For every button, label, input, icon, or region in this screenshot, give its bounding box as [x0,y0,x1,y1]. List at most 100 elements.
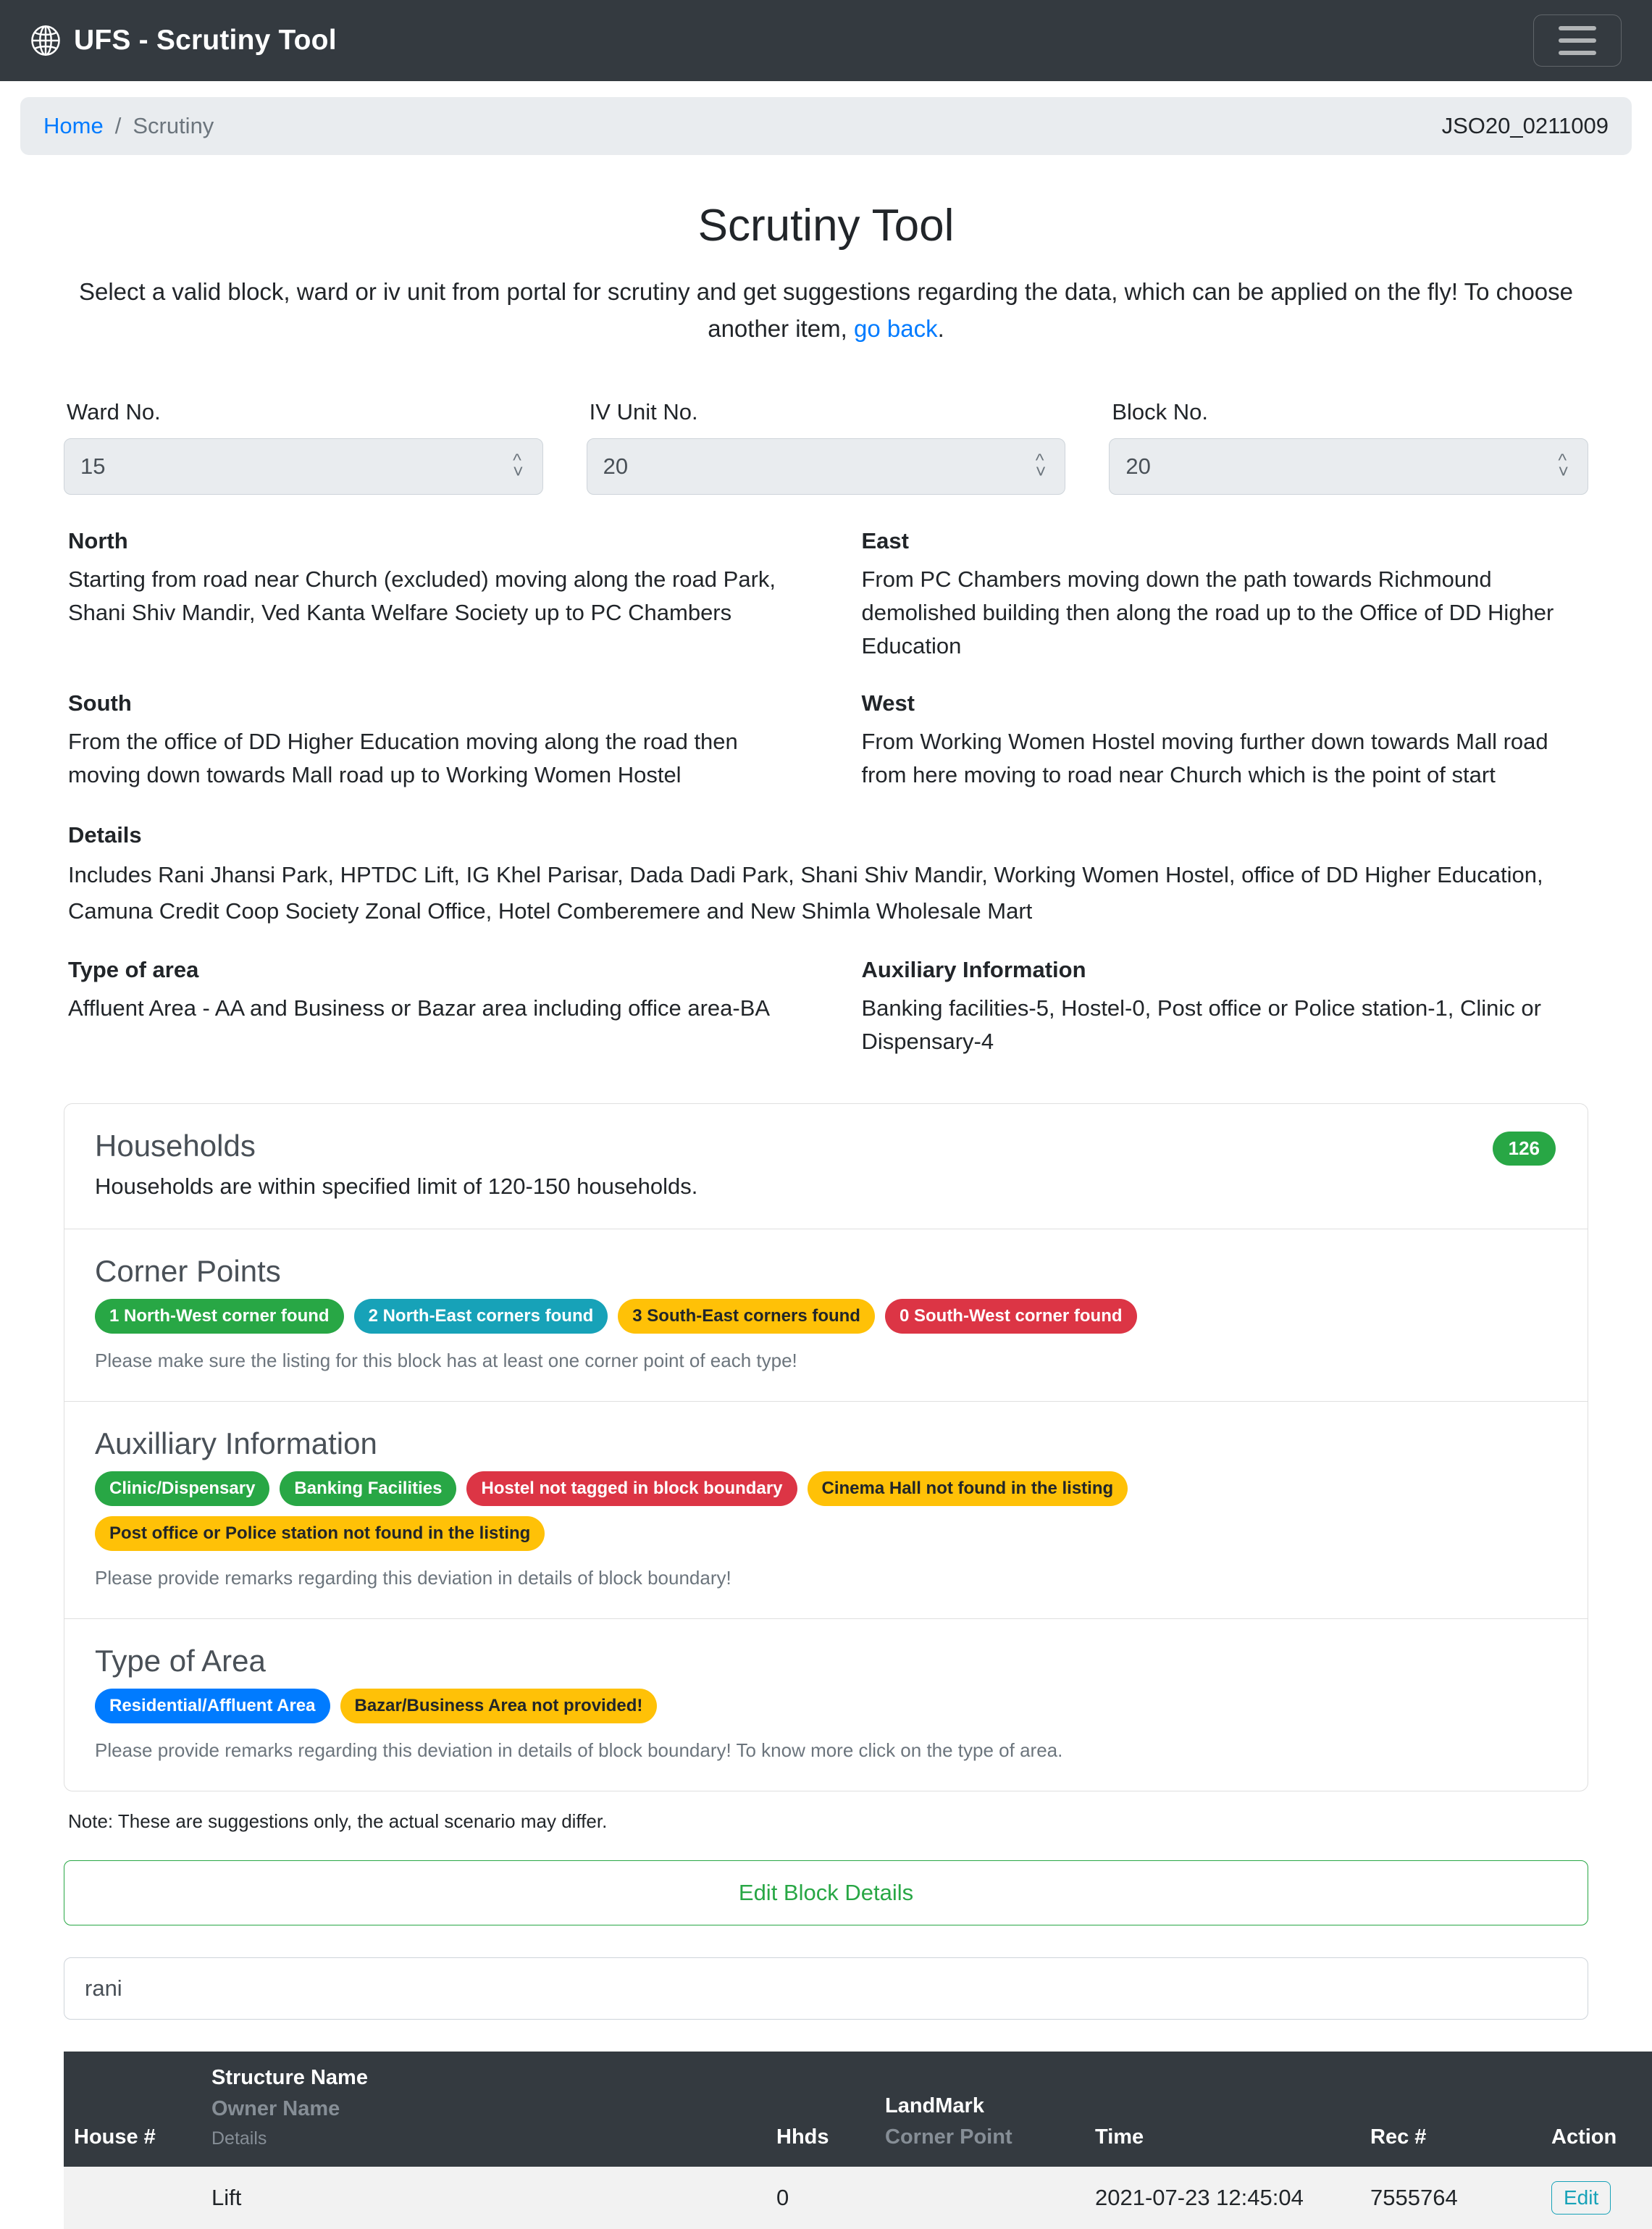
auxilliary-title: Auxilliary Information [95,1426,377,1460]
block-select[interactable]: 20 ^ ˅ [1109,438,1589,495]
iv-unit-select-value: 20 [603,453,629,480]
boundary-east: East From PC Chambers moving down the pa… [858,519,1589,682]
th-hhds[interactable]: Hhds [766,2052,875,2167]
badge-banking-facilities[interactable]: Banking Facilities [280,1471,457,1506]
go-back-link[interactable]: go back [854,315,938,342]
area-info-grid: Type of area Affluent Area - AA and Busi… [64,948,1588,1077]
badge-post-office-not-found[interactable]: Post office or Police station not found … [95,1515,545,1551]
west-label: West [861,690,915,716]
badge-residential-affluent-area[interactable]: Residential/Affluent Area [95,1688,330,1723]
hamburger-bar-1 [1559,26,1596,30]
cell-house [64,2167,201,2229]
badge-south-west-corner[interactable]: 0 South-West corner found [884,1298,1137,1334]
breadcrumb-current: Scrutiny [133,113,214,138]
badge-cinema-hall-not-found[interactable]: Cinema Hall not found in the listing [807,1471,1128,1506]
south-label: South [68,690,132,716]
edit-block-details-button[interactable]: Edit Block Details [64,1860,1588,1925]
top-navbar: UFS - Scrutiny Tool [0,0,1652,81]
th-action: Action [1541,2052,1652,2167]
breadcrumb: Home / Scrutiny JSO20_0211009 [20,97,1632,155]
th-landmark[interactable]: LandMark Corner Point [875,2052,1085,2167]
corner-points-badge-row: 1 North-West corner found 2 North-East c… [95,1298,1557,1334]
page-description: Select a valid block, ward or iv unit fr… [70,273,1583,347]
iv-unit-select[interactable]: 20 ^ ˅ [586,438,1066,495]
badge-south-east-corner[interactable]: 3 South-East corners found [618,1298,875,1334]
auxiliary-info: Auxiliary Information Banking facilities… [858,948,1589,1077]
th-landmark-label: LandMark [885,2094,984,2117]
cell-hhds: 0 [776,2184,789,2210]
type-of-area-badge-row: Residential/Affluent Area Bazar/Business… [95,1688,1557,1723]
row-edit-button[interactable]: Edit [1551,2180,1611,2215]
badge-hostel-not-tagged[interactable]: Hostel not tagged in block boundary [466,1471,797,1506]
chevron-updown-icon: ^ ˅ [1558,450,1569,482]
ward-selector-group: Ward No. 15 ^ ˅ [64,399,543,495]
iv-unit-label: IV Unit No. [589,399,698,425]
block-select-value: 20 [1125,453,1151,480]
page-title: Scrutiny Tool [697,201,955,251]
th-time[interactable]: Time [1085,2052,1360,2167]
boundary-north: North Starting from road near Church (ex… [64,519,795,682]
block-label: Block No. [1112,399,1209,425]
table-header-row: House # Structure Name Owner Name Detail… [64,2051,1652,2167]
chevron-updown-icon: ^ ˅ [513,450,524,482]
th-house[interactable]: House # [64,2052,201,2167]
auxilliary-badge-row: Clinic/Dispensary Banking Facilities Hos… [95,1471,1557,1551]
block-selector-group: Block No. 20 ^ ˅ [1109,399,1589,495]
table-row[interactable]: Lift 0 2021-07-23 12:45:04 7555764 Edit [64,2166,1652,2229]
hamburger-bar-3 [1559,51,1596,55]
households-description: Households are within specified limit of… [95,1173,698,1199]
boundary-details: Details Includes Rani Jhansi Park, HPTDC… [64,822,1588,929]
th-owner-name-label: Owner Name [211,2096,340,2120]
th-structure-name-label: Structure Name [211,2065,368,2089]
cell-rec: 7555764 [1370,2184,1458,2210]
badge-bazar-business-area[interactable]: Bazar/Business Area not provided! [340,1688,658,1723]
auxiliary-label: Auxiliary Information [861,957,1086,983]
ward-label: Ward No. [67,399,161,425]
type-of-area-note: Please provide remarks regarding this de… [95,1739,1063,1761]
south-text: From the office of DD Higher Education m… [68,728,738,787]
badge-clinic-dispensary[interactable]: Clinic/Dispensary [95,1471,270,1506]
households-title: Households [95,1128,256,1163]
boundary-west: West From Working Women Hostel moving fu… [858,682,1589,811]
breadcrumb-link-home[interactable]: Home [43,113,104,139]
type-of-area-label: Type of area [68,957,199,983]
chevron-updown-icon: ^ ˅ [1035,450,1047,482]
north-text: Starting from road near Church (excluded… [68,566,776,626]
details-text: Includes Rani Jhansi Park, HPTDC Lift, I… [68,861,1543,924]
th-details-label: Details [211,2128,267,2149]
page-description-part1: Select a valid block, ward or iv unit fr… [78,278,1574,343]
th-house-label: House # [74,2125,156,2149]
badge-north-east-corner[interactable]: 2 North-East corners found [353,1298,608,1334]
east-text: From PC Chambers moving down the path to… [861,566,1554,659]
suggestion-type-of-area: Type of Area Residential/Affluent Area B… [64,1619,1588,1791]
badge-north-west-corner[interactable]: 1 North-West corner found [95,1298,344,1334]
iv-unit-selector-group: IV Unit No. 20 ^ ˅ [586,399,1066,495]
corner-points-title: Corner Points [95,1253,281,1288]
type-of-area-info: Type of area Affluent Area - AA and Busi… [64,948,795,1077]
th-rec[interactable]: Rec # [1360,2052,1541,2167]
selector-row: Ward No. 15 ^ ˅ IV Unit No. 20 ^ ˅ Block N… [64,399,1589,495]
ward-select[interactable]: 15 ^ ˅ [64,438,543,495]
details-label: Details [68,821,142,848]
boundary-directions-grid: North Starting from road near Church (ex… [64,519,1588,810]
cell-structure-name: Lift [211,2184,242,2210]
type-of-area-title: Type of Area [95,1643,266,1678]
suggestions-list: Households 126 Households are within spe… [64,1103,1588,1791]
main-container: Scrutiny Tool Select a valid block, ward… [0,200,1652,2229]
listing-table: House # Structure Name Owner Name Detail… [64,2051,1652,2229]
th-structure[interactable]: Structure Name Owner Name Details [201,2052,766,2167]
page-description-part2: . [937,315,944,343]
boundary-south: South From the office of DD Higher Educa… [64,682,795,811]
north-label: North [68,528,128,554]
auxilliary-note: Please provide remarks regarding this de… [95,1566,731,1589]
search-input[interactable] [64,1957,1588,2020]
globe-icon [30,25,61,56]
suggestion-corner-points: Corner Points 1 North-West corner found … [64,1229,1588,1402]
th-action-label: Action [1551,2125,1617,2149]
listing-table-head: House # Structure Name Owner Name Detail… [64,2051,1652,2167]
corner-points-note: Please make sure the listing for this bl… [95,1349,797,1371]
app-brand[interactable]: UFS - Scrutiny Tool [30,25,337,57]
breadcrumb-container: Home / Scrutiny JSO20_0211009 [0,81,1652,155]
hamburger-menu-icon[interactable] [1533,14,1622,67]
th-time-label: Time [1095,2125,1144,2149]
